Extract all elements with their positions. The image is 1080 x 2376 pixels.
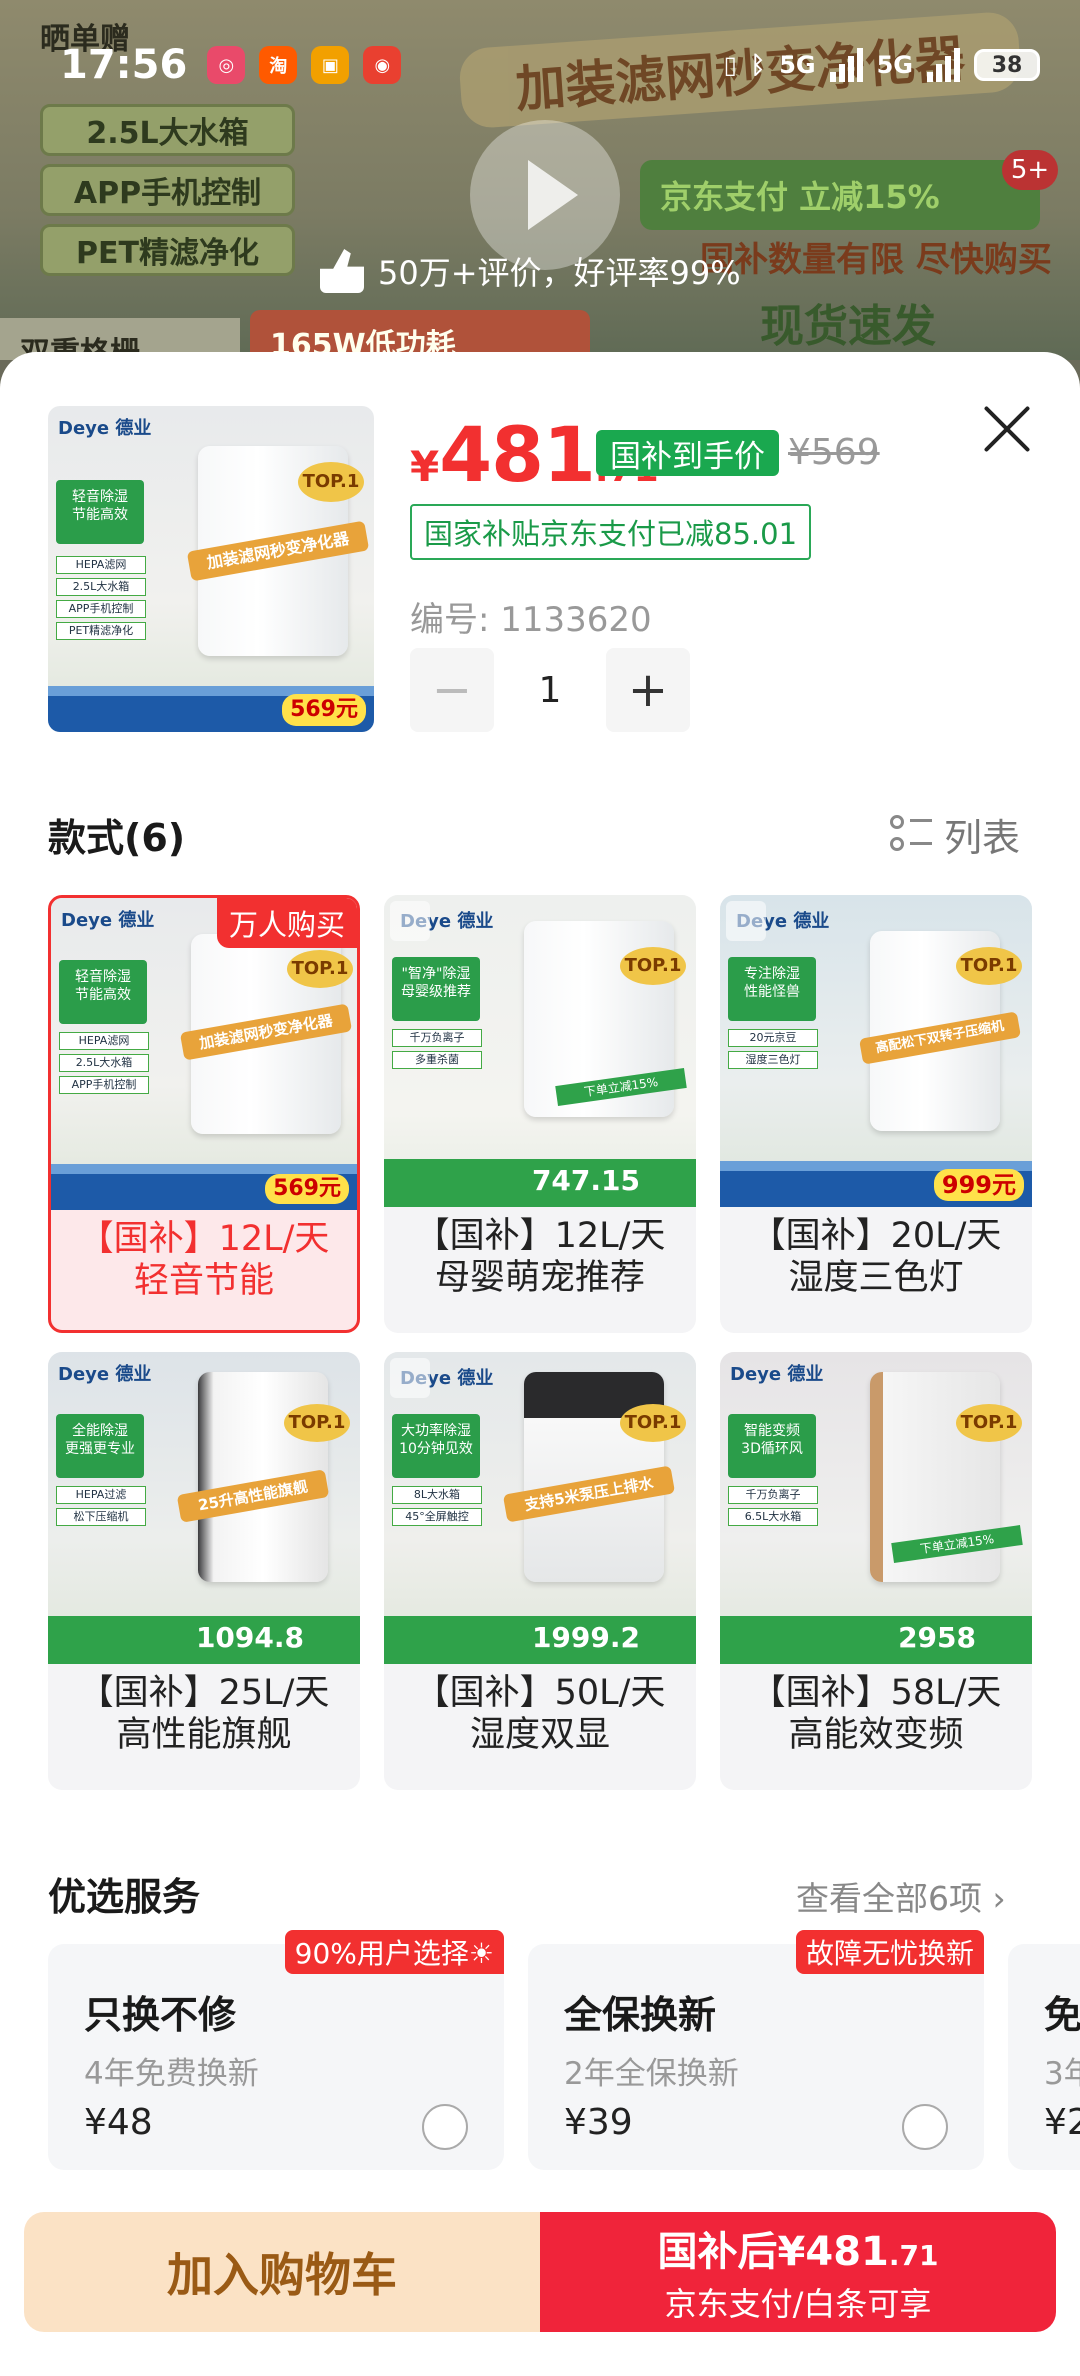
review-summary[interactable]: 50万+评价，好评率99% (320, 248, 741, 294)
vibrate-icon: ▯ (723, 51, 737, 79)
image-price-badge: 569元 (282, 694, 366, 726)
quantity-stepper: − 1 + (410, 648, 690, 732)
variant-image: Deye 德业 智能变频 3D循环风 千万负离子 6.5L大水箱 TOP.1 下单… (720, 1352, 1032, 1664)
services-title: 优选服务 (48, 1875, 201, 1919)
subsidy-note: 国家补贴京东支付已减85.01 (410, 504, 812, 560)
service-radio[interactable] (422, 2104, 468, 2150)
list-view-label: 列表 (944, 816, 1021, 860)
service-desc: 2年全保换新 (564, 2056, 739, 2092)
decrease-button[interactable]: − (410, 648, 494, 732)
variant-card-3[interactable]: Deye 德业 全能除湿 更强更专业 HEPA过滤 松下压缩机 TOP.1 25升… (48, 1352, 360, 1790)
service-card-2[interactable]: 免 3年 ¥2 (1008, 1944, 1080, 2170)
view-all-services-link[interactable]: 查看全部6项 › (796, 1872, 1006, 1920)
thumbs-up-icon (320, 249, 364, 293)
list-view-toggle[interactable]: 列表 (890, 807, 1020, 862)
clock: 17:56 (60, 42, 188, 88)
variant-card-5[interactable]: Deye 德业 智能变频 3D循环风 千万负离子 6.5L大水箱 TOP.1 下单… (720, 1352, 1032, 1790)
sku-number: 编号: 1133620 (410, 600, 652, 640)
variant-image: Deye 德业 大功率除湿 10分钟见效 8L大水箱 45°全屏触控 TOP.1 … (384, 1352, 696, 1664)
bg-feature-item: PET精滤净化 (40, 224, 295, 276)
signal-icon (829, 48, 863, 82)
list-view-icon (890, 814, 932, 855)
bluetooth-icon: ᛒ (750, 51, 766, 79)
buy-subtext: 京东支付/白条可享 (664, 2285, 932, 2323)
service-price: ¥2 (1044, 2102, 1080, 2143)
bg-count-badge: 5+ (1002, 150, 1058, 190)
variant-card-4[interactable]: Deye 德业 大功率除湿 10分钟见效 8L大水箱 45°全屏触控 TOP.1 … (384, 1352, 696, 1790)
variant-image: Deye 德业 专注除湿 性能怪兽 20元京豆 湿度三色灯 TOP.1 高配松下双… (720, 895, 1032, 1207)
variant-image: Deye 德业 全能除湿 更强更专业 HEPA过滤 松下压缩机 TOP.1 25升… (48, 1352, 360, 1664)
review-text: 50万+评价，好评率99% (378, 254, 741, 292)
system-indicators: ▯ ᛒ 5G 5G 38 (724, 48, 1040, 82)
product-image[interactable]: Deye 德业 轻音除湿 节能高效 HEPA滤网 2.5L大水箱 APP手机控制 … (48, 406, 374, 732)
service-desc: 3年 (1044, 2056, 1080, 2092)
variant-label: 【国补】12L/天 母婴萌宠推荐 (414, 1216, 666, 1298)
quantity-value[interactable]: 1 (494, 670, 606, 711)
network-label: 5G (876, 51, 913, 79)
original-price: ¥569 (788, 432, 880, 473)
taobao-notification-icon: 淘 (259, 46, 298, 84)
service-name: 只换不修 (84, 1993, 237, 2037)
bg-promo-pay: 京东支付 立减15% (640, 160, 1040, 230)
service-name: 免 (1044, 1993, 1080, 2037)
variant-label: 【国补】58L/天 高能效变频 (750, 1673, 1002, 1755)
variant-label: 【国补】20L/天 湿度三色灯 (750, 1216, 1002, 1298)
bg-promo-limited: 国补数量有限 尽快购买 (700, 240, 1052, 280)
app-notification-icon: ◉ (363, 46, 402, 84)
service-name: 全保换新 (564, 1993, 717, 2037)
bg-feature-item: 2.5L大水箱 (40, 104, 295, 156)
variant-card-1[interactable]: Deye 德业 "智净"除湿 母婴级推荐 千万负离子 多重杀菌 TOP.1 下单立… (384, 895, 696, 1333)
sku-selector-sheet: Deye 德业 轻音除湿 节能高效 HEPA滤网 2.5L大水箱 APP手机控制 … (0, 352, 1080, 2376)
variant-image: Deye 德业 "智净"除湿 母婴级推荐 千万负离子 多重杀菌 TOP.1 下单立… (384, 895, 696, 1207)
buy-price-label: 国补后¥481 (657, 2229, 889, 2275)
service-desc: 4年免费换新 (84, 2056, 259, 2092)
battery-icon: 38 (974, 49, 1040, 81)
buy-price-decimal: .71 (888, 2239, 939, 2272)
subsidy-price-tag: 国补到手价 (596, 430, 779, 476)
app-notification-icon: ▣ (311, 46, 350, 84)
close-icon[interactable] (972, 394, 1042, 464)
variant-card-2[interactable]: Deye 德业 专注除湿 性能怪兽 20元京豆 湿度三色灯 TOP.1 高配松下双… (720, 895, 1032, 1333)
app-notification-icon: ◎ (207, 46, 246, 84)
service-tag: 90%用户选择☀ (284, 1930, 504, 1974)
network-label: 5G (779, 51, 816, 79)
bg-feature-item: APP手机控制 (40, 164, 295, 216)
bg-bottom-right: 现货速发 (760, 301, 936, 352)
notification-icons: ◎ 淘 ▣ ◉ (207, 46, 402, 84)
buy-now-button[interactable]: 国补后¥481.71 京东支付/白条可享 (540, 2212, 1056, 2332)
service-tag: 故障无忧换新 (795, 1930, 984, 1974)
add-to-cart-button[interactable]: 加入购物车 (24, 2212, 540, 2332)
variant-label: 【国补】12L/天 轻音节能 (78, 1219, 330, 1301)
variant-card-0[interactable]: 万人购买 Deye 德业 轻音除湿 节能高效 HEPA滤网 2.5L大水箱 APP… (48, 895, 360, 1333)
hot-sale-badge: 万人购买 (216, 898, 357, 948)
status-bar: 17:56 ◎ 淘 ▣ ◉ ▯ ᛒ 5G 5G 38 (0, 30, 1080, 100)
brand-logo: Deye 德业 (58, 418, 152, 439)
service-card-1[interactable]: 故障无忧换新 全保换新 2年全保换新 ¥39 (528, 1930, 984, 2170)
variant-label: 【国补】25L/天 高性能旗舰 (78, 1673, 330, 1755)
service-price: ¥48 (84, 2102, 153, 2143)
increase-button[interactable]: + (606, 648, 690, 732)
variant-label: 【国补】50L/天 湿度双显 (414, 1673, 666, 1755)
variants-title: 款式(6) (48, 816, 186, 860)
service-card-0[interactable]: 90%用户选择☀ 只换不修 4年免费换新 ¥48 (48, 1930, 504, 2170)
service-price: ¥39 (564, 2102, 633, 2143)
service-radio[interactable] (902, 2104, 948, 2150)
signal-icon (927, 48, 960, 82)
